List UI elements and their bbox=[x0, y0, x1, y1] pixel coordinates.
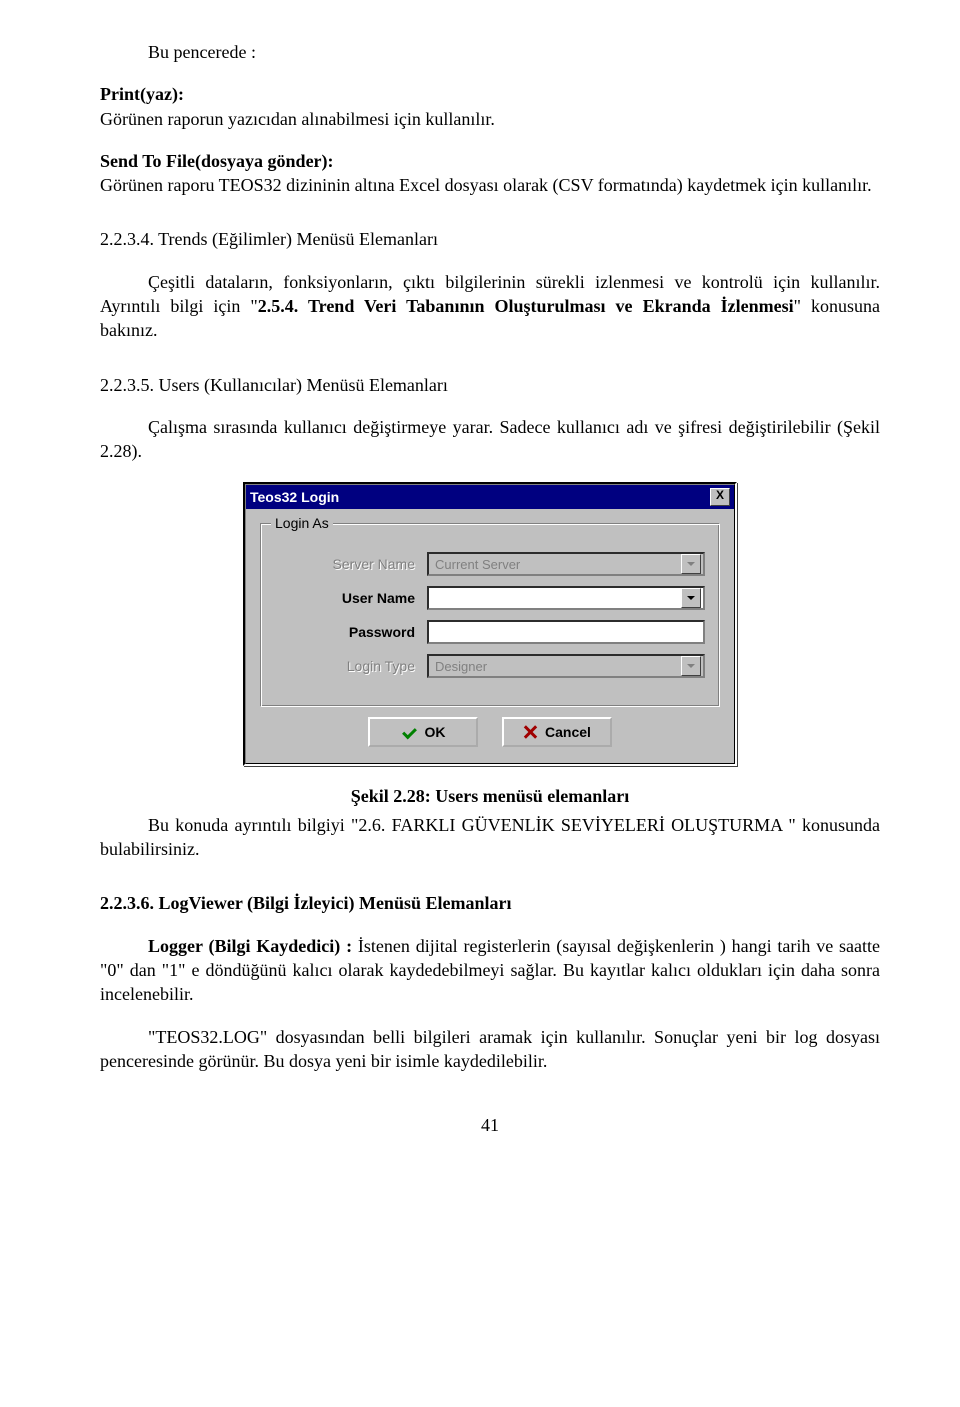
trends-heading: 2.2.3.4. Trends (Eğilimler) Menüsü Elema… bbox=[100, 227, 880, 251]
trends-ref: 2.5.4. Trend Veri Tabanının Oluşturulmas… bbox=[258, 296, 794, 316]
dialog-title: Teos32 Login bbox=[250, 488, 339, 507]
login-groupbox: Login As Server Name Current Server User… bbox=[260, 523, 720, 707]
username-dropdown-button[interactable] bbox=[681, 588, 701, 608]
username-label: User Name bbox=[275, 589, 427, 608]
logintype-value: Designer bbox=[435, 658, 487, 676]
server-row: Server Name Current Server bbox=[275, 552, 705, 576]
users-ref-pre: Bu konuda ayrıntılı bilgiyi " bbox=[148, 815, 358, 835]
cancel-label: Cancel bbox=[545, 723, 591, 742]
server-field: Current Server bbox=[427, 552, 705, 576]
password-label: Password bbox=[275, 623, 427, 642]
login-dialog: Teos32 Login X Login As Server Name Curr… bbox=[243, 482, 737, 767]
teoslog-body: "TEOS32.LOG" dosyasından belli bilgileri… bbox=[100, 1025, 880, 1074]
logintype-label: Login Type bbox=[275, 657, 427, 676]
sendfile-body: Görünen raporu TEOS32 dizininin altına E… bbox=[100, 175, 872, 195]
login-dialog-wrap: Teos32 Login X Login As Server Name Curr… bbox=[100, 482, 880, 767]
users-ref: Bu konuda ayrıntılı bilgiyi "2.6. FARKLI… bbox=[100, 813, 880, 862]
username-field[interactable] bbox=[427, 586, 705, 610]
logintype-dropdown-button bbox=[681, 656, 701, 676]
print-title: Print(yaz): bbox=[100, 84, 184, 104]
sendfile-title: Send To File(dosyaya gönder): bbox=[100, 151, 334, 171]
logviewer-heading: 2.2.3.6. LogViewer (Bilgi İzleyici) Menü… bbox=[100, 891, 880, 915]
logintype-field: Designer bbox=[427, 654, 705, 678]
password-row: Password bbox=[275, 620, 705, 644]
dialog-titlebar: Teos32 Login X bbox=[246, 485, 734, 510]
logger-body: Logger (Bilgi Kaydedici) : İstenen dijit… bbox=[100, 934, 880, 1007]
cancel-button[interactable]: Cancel bbox=[502, 717, 612, 747]
server-value: Current Server bbox=[435, 556, 520, 574]
print-section: Print(yaz): Görünen raporun yazıcıdan al… bbox=[100, 82, 880, 131]
figure-caption: Şekil 2.28: Users menüsü elemanları bbox=[100, 784, 880, 808]
sendfile-section: Send To File(dosyaya gönder): Görünen ra… bbox=[100, 149, 880, 198]
users-body: Çalışma sırasında kullanıcı değiştirmeye… bbox=[100, 415, 880, 464]
username-row: User Name bbox=[275, 586, 705, 610]
dialog-button-row: OK Cancel bbox=[246, 717, 734, 747]
groupbox-label: Login As bbox=[271, 514, 333, 533]
close-icon: X bbox=[716, 488, 724, 502]
trends-body: Çeşitli dataların, fonksiyonların, çıktı… bbox=[100, 270, 880, 343]
check-icon bbox=[401, 726, 417, 738]
intro-text: Bu pencerede : bbox=[100, 40, 880, 64]
close-button[interactable]: X bbox=[710, 488, 730, 506]
users-heading: 2.2.3.5. Users (Kullanıcılar) Menüsü Ele… bbox=[100, 373, 880, 397]
ok-label: OK bbox=[425, 723, 446, 742]
page-number: 41 bbox=[100, 1113, 880, 1137]
password-field[interactable] bbox=[427, 620, 705, 644]
x-icon bbox=[523, 725, 537, 739]
ok-button[interactable]: OK bbox=[368, 717, 478, 747]
print-body: Görünen raporun yazıcıdan alınabilmesi i… bbox=[100, 109, 495, 129]
logger-label: Logger (Bilgi Kaydedici) : bbox=[148, 936, 352, 956]
server-dropdown-button bbox=[681, 554, 701, 574]
logintype-row: Login Type Designer bbox=[275, 654, 705, 678]
users-ref-mid: 2.6. FARKLI GÜVENLİK SEVİYELERİ OLUŞTURM… bbox=[358, 815, 782, 835]
server-label: Server Name bbox=[275, 555, 427, 574]
